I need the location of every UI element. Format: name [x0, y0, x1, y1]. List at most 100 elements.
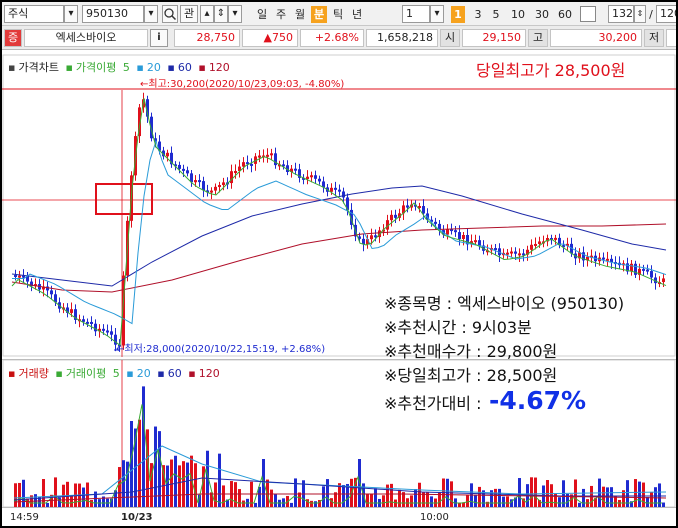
headline-high: 당일최고가 28,500원 — [476, 61, 626, 80]
minute-60-button[interactable]: 60 — [555, 6, 575, 23]
volume-bar — [214, 482, 217, 507]
volume-bar — [390, 483, 393, 507]
comparison-label: ※추천가대비 : — [384, 394, 482, 413]
candle-body — [294, 168, 297, 171]
candle-body — [210, 190, 213, 193]
candle-body — [90, 321, 93, 324]
legend-marker-icon: ▪ — [188, 367, 196, 380]
volume-bar — [530, 477, 533, 507]
prev-stock-icon[interactable]: ▴ — [200, 5, 214, 23]
candle-body — [434, 221, 437, 224]
candle-body — [650, 271, 653, 278]
volume-bar — [322, 486, 325, 507]
candle-body — [514, 251, 517, 254]
volume-bar — [118, 467, 121, 507]
period-minute[interactable]: 분 — [311, 6, 327, 23]
quote-bar: 증 엑세스바이오 i 28,750 ▲750 +2.68% 1,658,218 … — [2, 26, 676, 50]
volume-bar — [326, 479, 329, 507]
count-input[interactable]: 132 — [608, 5, 634, 23]
candle-body — [166, 152, 169, 157]
volume-bar — [194, 463, 197, 507]
info-stock-name: ※종목명 : 엑세스바이오 (950130) — [384, 294, 625, 313]
minute-5-button[interactable]: 5 — [489, 6, 503, 23]
candle-body — [510, 251, 513, 254]
market-select[interactable]: 주식 — [4, 5, 64, 23]
candle-body — [446, 229, 449, 235]
low-label: 저 — [644, 29, 664, 47]
search-icon[interactable] — [162, 5, 178, 23]
candle-body — [610, 258, 613, 263]
volume-bar — [70, 495, 73, 507]
candle-body — [394, 214, 397, 218]
volume-bar — [238, 489, 241, 507]
total-count-input[interactable]: 1200 — [656, 5, 676, 23]
minute-3-button[interactable]: 3 — [471, 6, 485, 23]
volume-bar — [654, 487, 657, 507]
volume-bar — [382, 495, 385, 507]
volume-bar — [634, 479, 637, 507]
candle-body — [222, 182, 225, 186]
candle-body — [554, 237, 557, 240]
volume-bar — [14, 483, 17, 507]
period-month[interactable]: 월 — [292, 6, 308, 23]
open-price: 29,150 — [462, 29, 526, 47]
info-button[interactable]: i — [150, 29, 168, 47]
legend-vol-ma120: 120 — [198, 367, 220, 380]
interest-button[interactable]: 관 — [180, 5, 198, 23]
more-dropdown-icon[interactable]: ▾ — [228, 5, 242, 23]
volume-bar — [186, 462, 189, 507]
candle-body — [478, 240, 481, 246]
minute-1-button[interactable]: 1 — [451, 6, 465, 23]
interval-input[interactable]: 1 — [402, 5, 430, 23]
candle-body — [234, 170, 237, 173]
period-day[interactable]: 일 — [254, 6, 270, 23]
interval-dropdown-icon[interactable]: ▾ — [430, 5, 444, 23]
candle-body — [534, 243, 537, 246]
volume-bar — [646, 497, 649, 507]
volume-bar — [494, 488, 497, 507]
interval-value: 1 — [406, 7, 413, 20]
candle-body — [602, 257, 605, 260]
volume-bar — [22, 479, 25, 507]
volume-bar — [450, 481, 453, 507]
candle-body — [462, 235, 465, 239]
code-dropdown-icon[interactable]: ▾ — [144, 5, 158, 23]
volume-bar — [90, 500, 93, 507]
volume-bar — [506, 496, 509, 507]
candle-body — [306, 176, 309, 179]
period-year[interactable]: 년 — [349, 6, 365, 23]
high-note: ←최고:30,200(2020/10/23,09:03, -4.80%) — [140, 79, 345, 90]
minute-30-button[interactable]: 30 — [532, 6, 552, 23]
info-day-high: ※당일최고가 : 28,500원 — [384, 366, 558, 385]
candle-body — [530, 244, 533, 250]
stock-code-input[interactable]: 950130 — [82, 5, 144, 23]
period-tick[interactable]: 틱 — [330, 6, 346, 23]
candle-body — [642, 268, 645, 271]
time-label-1000: 10:00 — [420, 512, 449, 523]
period-week[interactable]: 주 — [273, 6, 289, 23]
volume-chart-canvas — [2, 360, 676, 508]
auto-checkbox[interactable] — [580, 6, 596, 22]
open-label: 시 — [440, 29, 460, 47]
volume-bar — [582, 488, 585, 507]
volume-bar — [82, 487, 85, 507]
volume-bar — [474, 494, 477, 507]
candle-body — [214, 186, 217, 191]
volume-bar — [342, 484, 345, 507]
price-chart-panel[interactable]: ▪ 가격차트 ▪ 가격이평 5 ▪ 20 ▪ 60 ▪ 120 ←최고:30,200(20… — [2, 54, 676, 361]
market-label: 주식 — [8, 7, 29, 20]
count-separator: / — [649, 8, 653, 21]
candle-body — [242, 162, 245, 167]
market-dropdown-icon[interactable]: ▾ — [64, 5, 78, 23]
count-spinner-icon[interactable]: ⇕ — [634, 5, 646, 23]
minute-10-button[interactable]: 10 — [508, 6, 528, 23]
candle-body — [370, 235, 373, 240]
legend-marker-icon: ▪ — [8, 367, 16, 380]
volume-bar — [374, 488, 377, 507]
volume-bar — [182, 461, 185, 507]
updown-spinner-icon[interactable]: ⇕ — [214, 5, 228, 23]
volume-bar — [18, 482, 21, 507]
volume-chart-panel[interactable]: ▪ 거래량 ▪ 거래이평 5 ▪ 20 ▪ 60 ▪ 120 — [2, 359, 676, 508]
candle-body — [70, 309, 73, 313]
info-time: ※추천시간 : 9시03분 — [384, 318, 532, 337]
